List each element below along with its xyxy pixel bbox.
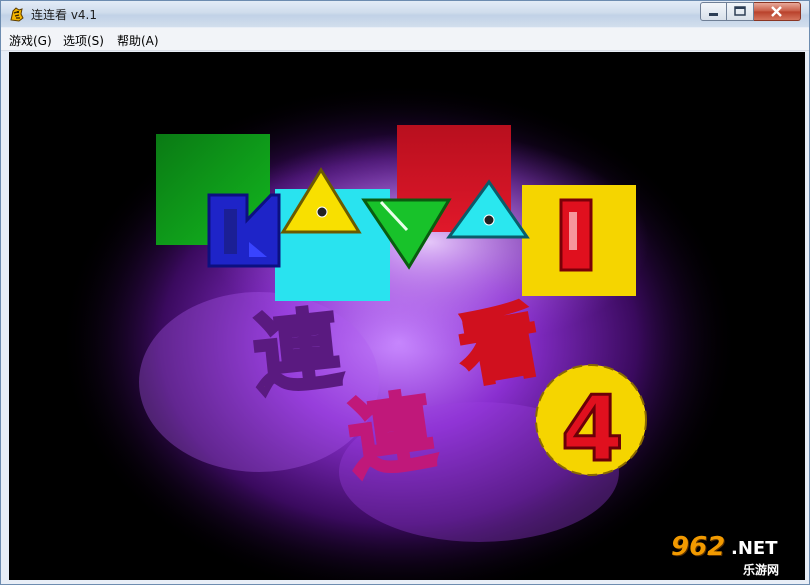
version-number: 4 (561, 377, 624, 482)
logo-letter-i (559, 198, 593, 272)
minimize-button[interactable] (700, 2, 727, 21)
maximize-icon (734, 6, 746, 16)
app-window: 连连看 v4.1 游戏(G) 选项(S) 帮助(A) 連 連 看 4 962 .… (0, 0, 810, 585)
close-button[interactable] (754, 2, 801, 21)
close-icon (771, 6, 782, 17)
menu-bar: 游戏(G) 选项(S) 帮助(A) (1, 28, 809, 51)
chinese-char-kan: 看 (452, 293, 547, 398)
watermark-logo: 962 .NET 乐游网 (671, 532, 803, 578)
splash-artwork: 連 連 看 4 (59, 82, 739, 580)
menu-help[interactable]: 帮助(A) (117, 32, 159, 49)
chinese-char-lian-1: 連 (249, 299, 346, 408)
title-bar[interactable]: 连连看 v4.1 (1, 1, 809, 27)
menu-options[interactable]: 选项(S) (63, 32, 104, 49)
window-title: 连连看 v4.1 (31, 8, 98, 22)
watermark-site-name: 乐游网 (743, 563, 780, 577)
watermark-domain: .NET (731, 538, 778, 559)
logo-letter-k (207, 193, 281, 268)
tiger-app-icon (10, 7, 24, 22)
maximize-button[interactable] (727, 2, 754, 21)
menu-game[interactable]: 游戏(G) (9, 32, 52, 49)
watermark-number: 962 (671, 532, 726, 562)
game-board[interactable]: 連 連 看 4 962 .NET 乐游网 (9, 52, 805, 580)
minimize-icon (709, 13, 718, 16)
chinese-char-lian-2: 連 (343, 381, 441, 490)
